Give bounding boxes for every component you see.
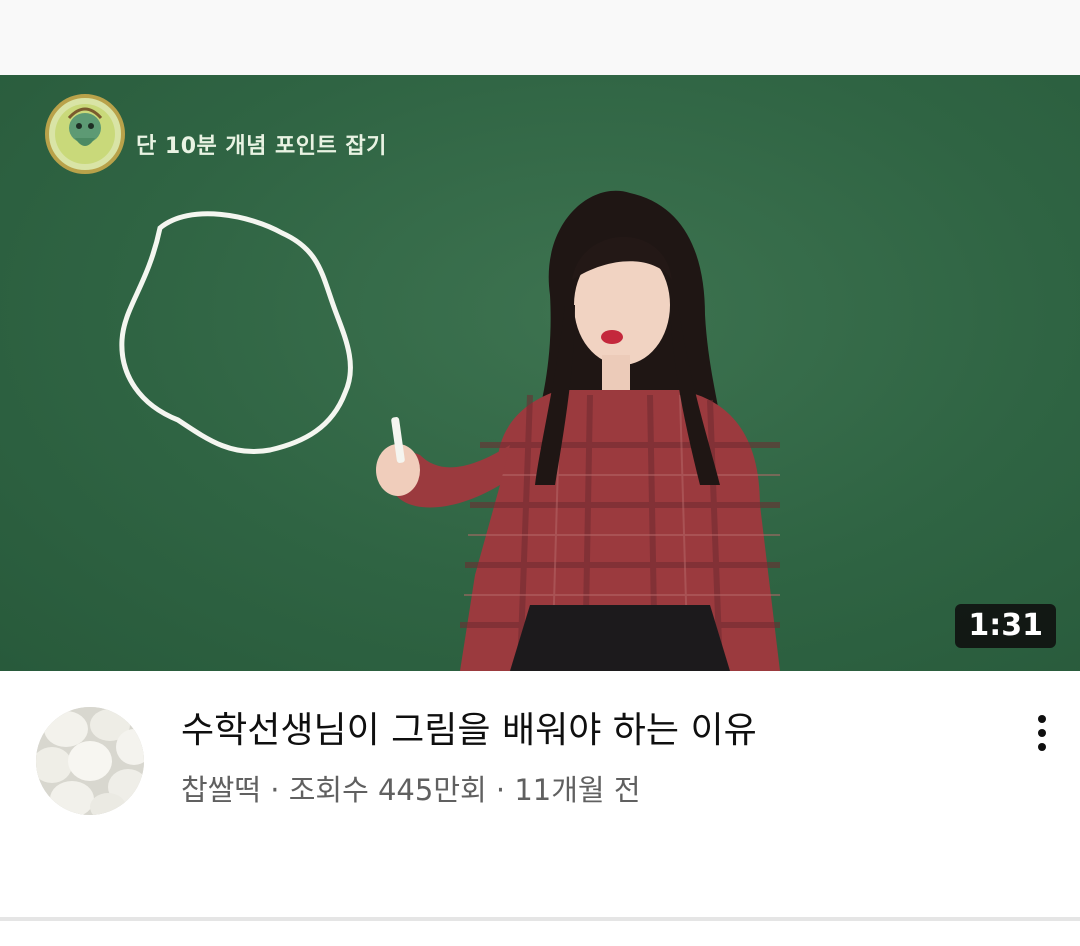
next-item-area [0, 921, 1080, 946]
top-app-bar-area [0, 0, 1080, 75]
channel-avatar[interactable] [36, 707, 144, 815]
more-vert-icon[interactable] [1020, 711, 1064, 755]
meta-separator: · [261, 773, 289, 807]
channel-name[interactable]: 찹쌀떡 [181, 773, 261, 807]
view-count: 조회수 445만회 [288, 773, 487, 807]
presenter-figure [376, 190, 780, 671]
video-metadata: 찹쌀떡 · 조회수 445만회 · 11개월 전 [181, 770, 641, 810]
video-details: 수학선생님이 그림을 배워야 하는 이유 찹쌀떡 · 조회수 445만회 · 1… [0, 671, 1080, 917]
video-overlay-title: 단 10분 개념 포인트 잡기 [136, 134, 387, 159]
video-duration-badge: 1:31 [955, 604, 1056, 648]
channel-logo-badge [45, 94, 125, 174]
video-title[interactable]: 수학선생님이 그림을 배워야 하는 이유 [181, 707, 981, 755]
meta-separator: · [486, 773, 515, 807]
video-thumbnail[interactable]: 단 10분 개념 포인트 잡기 1:31 [0, 75, 1080, 671]
upload-age: 11개월 전 [514, 773, 641, 807]
